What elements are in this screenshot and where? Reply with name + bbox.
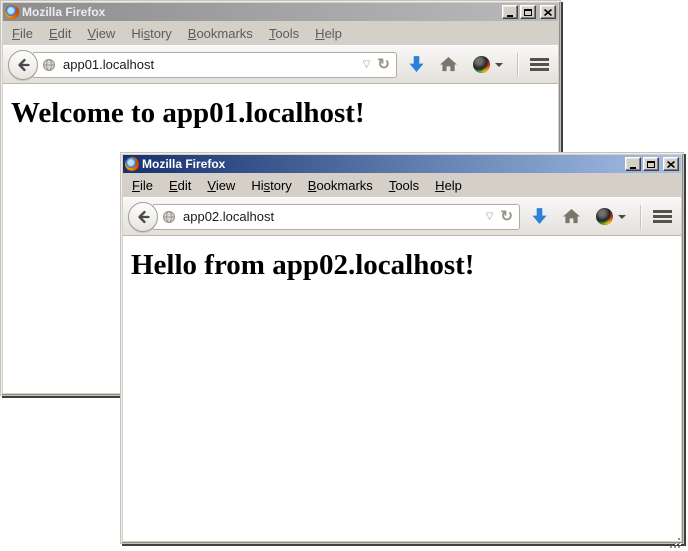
window-controls: [625, 157, 679, 171]
download-arrow-icon: [409, 56, 424, 73]
menu-tools[interactable]: Tools: [261, 25, 307, 42]
navigation-toolbar: app02.localhost ▽ ↻: [123, 197, 681, 236]
chevron-down-icon: [495, 63, 503, 67]
menu-edit[interactable]: Edit: [41, 25, 79, 42]
menu-help[interactable]: Help: [427, 177, 470, 194]
toolbar-separator: [517, 53, 518, 77]
menu-view[interactable]: View: [79, 25, 123, 42]
back-button[interactable]: [128, 202, 158, 232]
menu-view[interactable]: View: [199, 177, 243, 194]
window-controls: [502, 5, 556, 19]
maximize-icon: [524, 9, 532, 16]
extension-button[interactable]: [596, 208, 626, 225]
close-button[interactable]: [663, 157, 679, 171]
color-wheel-icon: [596, 208, 613, 225]
url-text[interactable]: app02.localhost: [183, 209, 479, 224]
close-icon: [667, 161, 675, 168]
menu-file[interactable]: File: [4, 25, 41, 42]
navigation-toolbar: app01.localhost ▽ ↻: [3, 45, 558, 84]
maximize-button[interactable]: [643, 157, 659, 171]
close-button[interactable]: [540, 5, 556, 19]
globe-icon: [42, 58, 56, 72]
hamburger-icon: [530, 58, 549, 71]
urlbar-dropdown-icon[interactable]: ▽: [486, 212, 494, 222]
menu-file[interactable]: File: [124, 177, 161, 194]
home-button[interactable]: [440, 57, 457, 72]
back-arrow-icon: [15, 57, 31, 73]
menu-bar: File Edit View History Bookmarks Tools H…: [3, 22, 558, 45]
hamburger-icon: [653, 210, 672, 223]
maximize-icon: [647, 161, 655, 168]
page-heading: Hello from app02.localhost!: [131, 249, 673, 282]
menu-history[interactable]: History: [123, 25, 179, 42]
menu-bookmarks[interactable]: Bookmarks: [180, 25, 261, 42]
menu-panel-button[interactable]: [653, 210, 672, 223]
page-content: Hello from app02.localhost!: [123, 236, 681, 541]
menu-panel-button[interactable]: [530, 58, 549, 71]
downloads-button[interactable]: [409, 56, 424, 73]
close-icon: [544, 9, 552, 16]
menu-bookmarks[interactable]: Bookmarks: [300, 177, 381, 194]
extension-button[interactable]: [473, 56, 503, 73]
reload-icon[interactable]: ↻: [500, 209, 513, 224]
minimize-icon: [630, 167, 636, 169]
back-button[interactable]: [8, 50, 38, 80]
url-bar[interactable]: app01.localhost ▽ ↻: [32, 52, 397, 78]
downloads-button[interactable]: [532, 208, 547, 225]
color-wheel-icon: [473, 56, 490, 73]
reload-icon[interactable]: ↻: [377, 57, 390, 72]
window-title: Mozilla Firefox: [142, 157, 622, 171]
firefox-logo-icon: [5, 5, 19, 19]
resize-grip[interactable]: [678, 538, 680, 540]
home-button[interactable]: [563, 209, 580, 224]
home-icon: [440, 57, 457, 72]
download-arrow-icon: [532, 208, 547, 225]
minimize-button[interactable]: [502, 5, 518, 19]
back-arrow-icon: [135, 209, 151, 225]
menu-bar: File Edit View History Bookmarks Tools H…: [123, 174, 681, 197]
url-text[interactable]: app01.localhost: [63, 57, 356, 72]
toolbar-separator: [640, 205, 641, 229]
url-bar[interactable]: app02.localhost ▽ ↻: [152, 204, 520, 230]
menu-edit[interactable]: Edit: [161, 177, 199, 194]
firefox-logo-icon: [125, 157, 139, 171]
menu-history[interactable]: History: [243, 177, 299, 194]
chevron-down-icon: [618, 215, 626, 219]
menu-help[interactable]: Help: [307, 25, 350, 42]
home-icon: [563, 209, 580, 224]
urlbar-dropdown-icon[interactable]: ▽: [363, 60, 371, 70]
page-heading: Welcome to app01.localhost!: [11, 97, 550, 130]
globe-icon: [162, 210, 176, 224]
titlebar[interactable]: Mozilla Firefox: [3, 3, 558, 21]
maximize-button[interactable]: [520, 5, 536, 19]
menu-tools[interactable]: Tools: [381, 177, 427, 194]
minimize-button[interactable]: [625, 157, 641, 171]
minimize-icon: [507, 15, 513, 17]
titlebar[interactable]: Mozilla Firefox: [123, 155, 681, 173]
window-title: Mozilla Firefox: [22, 5, 499, 19]
firefox-window-app02: Mozilla Firefox File Edit View History B…: [120, 152, 684, 544]
